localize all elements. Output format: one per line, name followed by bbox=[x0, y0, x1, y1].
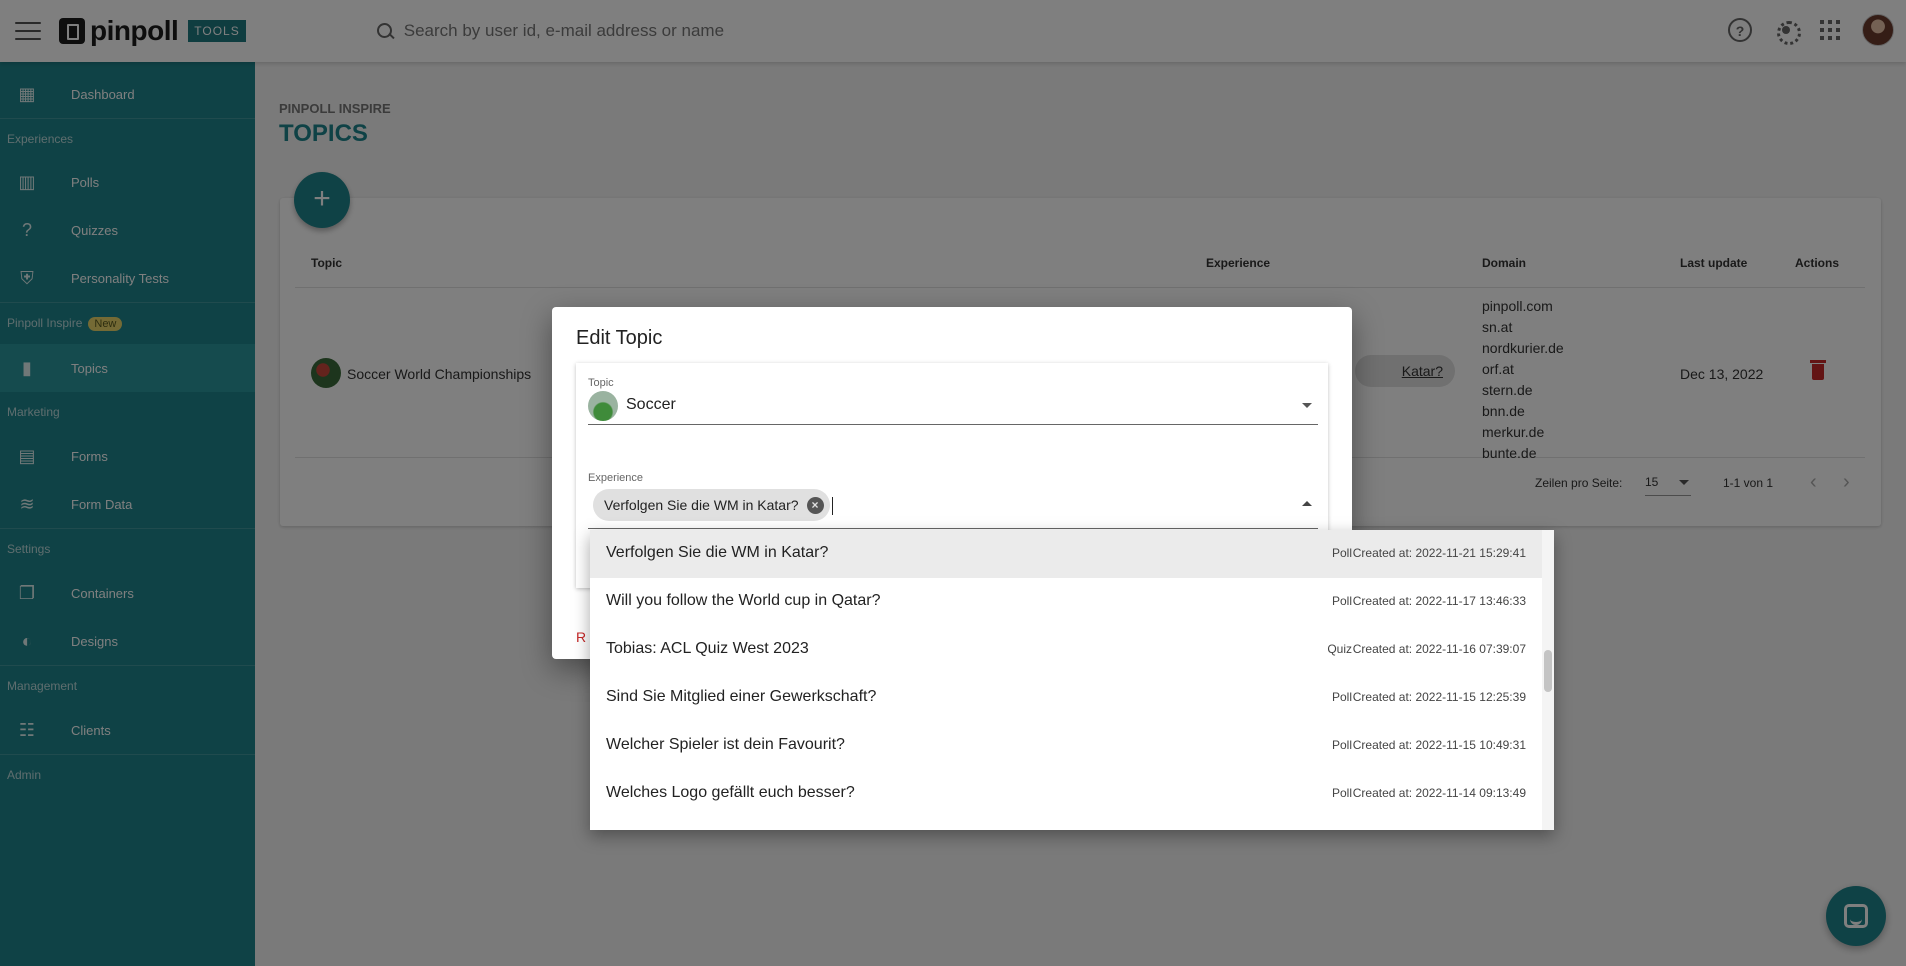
experience-autocomplete[interactable]: Verfolgen Sie die WM in Katar? × bbox=[588, 489, 1318, 529]
option-title: Sind Sie Mitglied einer Gewerkschaft? bbox=[606, 688, 877, 705]
option-created: Created at: 2022-11-14 09:13:49 bbox=[1352, 786, 1526, 800]
option-title: Will you follow the World cup in Qatar? bbox=[606, 592, 881, 609]
option-created: Created at: 2022-11-16 07:39:07 bbox=[1352, 642, 1526, 656]
topic-select-value: Soccer bbox=[626, 396, 676, 413]
option-created: Created at: 2022-11-17 13:46:33 bbox=[1352, 594, 1526, 608]
option-title: Verfolgen Sie die WM in Katar? bbox=[606, 544, 829, 561]
topic-avatar bbox=[588, 391, 618, 421]
list-item[interactable]: Welcher Spieler ist dein Favourit? Poll … bbox=[590, 722, 1542, 770]
option-type: Quiz bbox=[1327, 642, 1352, 656]
chip-label: Verfolgen Sie die WM in Katar? bbox=[604, 497, 799, 513]
remove-chip-icon[interactable]: × bbox=[806, 496, 824, 514]
list-item[interactable]: Welches Logo gefällt euch besser? Poll C… bbox=[590, 770, 1542, 818]
option-type: Poll bbox=[1331, 546, 1352, 560]
option-type: Poll bbox=[1331, 786, 1352, 800]
dialog-remove-button[interactable]: R bbox=[576, 629, 586, 645]
experience-field-label: Experience bbox=[588, 472, 644, 484]
list-item[interactable]: Tobias: ACL Quiz West 2023 Quiz Created … bbox=[590, 626, 1542, 674]
topic-field-label: Topic bbox=[588, 377, 614, 389]
option-title: Welcher Spieler ist dein Favourit? bbox=[606, 736, 845, 753]
text-cursor bbox=[832, 497, 833, 515]
option-created: Created at: 2022-11-15 10:49:31 bbox=[1352, 738, 1526, 752]
option-title: Tobias: ACL Quiz West 2023 bbox=[606, 640, 809, 657]
listbox-scrollbar-thumb[interactable] bbox=[1544, 650, 1552, 692]
chevron-down-icon bbox=[1302, 403, 1312, 408]
list-item[interactable]: Sind Sie Mitglied einer Gewerkschaft? Po… bbox=[590, 674, 1542, 722]
option-type: Poll bbox=[1331, 690, 1352, 704]
experience-options-listbox: Verfolgen Sie die WM in Katar? Poll Crea… bbox=[590, 530, 1554, 830]
selected-experience-chip[interactable]: Verfolgen Sie die WM in Katar? × bbox=[593, 489, 830, 521]
chevron-up-icon[interactable] bbox=[1302, 501, 1312, 506]
dialog-title: Edit Topic bbox=[576, 327, 663, 349]
option-created: Created at: 2022-11-21 15:29:41 bbox=[1352, 546, 1526, 560]
list-item[interactable]: Verfolgen Sie die WM in Katar? Poll Crea… bbox=[590, 530, 1542, 578]
option-type: Poll bbox=[1331, 738, 1352, 752]
topic-select[interactable]: Soccer bbox=[588, 391, 1318, 425]
option-type: Poll bbox=[1331, 594, 1352, 608]
option-created: Created at: 2022-11-15 12:25:39 bbox=[1352, 690, 1526, 704]
list-item[interactable]: Will you follow the World cup in Qatar? … bbox=[590, 578, 1542, 626]
option-title: Welches Logo gefällt euch besser? bbox=[606, 784, 855, 801]
